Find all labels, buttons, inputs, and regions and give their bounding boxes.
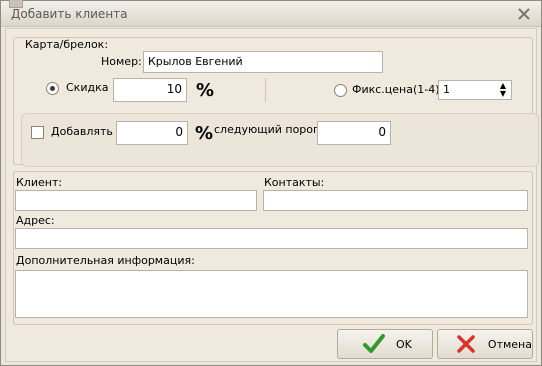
card-group-legend: Карта/брелок: xyxy=(23,38,111,51)
extra-info-field[interactable] xyxy=(15,270,528,318)
contacts-label: Контакты: xyxy=(264,176,325,189)
stepper-arrows-icon[interactable]: ▲ ▼ xyxy=(497,82,509,98)
fixed-price-stepper[interactable]: 1 ▲ ▼ xyxy=(438,80,512,100)
discount-percent-sign: % xyxy=(196,80,215,101)
discount-radio[interactable] xyxy=(46,82,59,95)
threshold-label: следующий порог xyxy=(214,123,319,136)
discount-label: Скидка xyxy=(66,81,109,94)
card-group: Карта/брелок: Номер: Крылов Евгений Скид… xyxy=(13,37,539,167)
close-button[interactable] xyxy=(515,5,533,23)
fixed-price-value: 1 xyxy=(443,83,450,96)
ok-button[interactable]: OK xyxy=(337,329,433,359)
client-label: Клиент: xyxy=(16,176,63,189)
number-label: Номер: xyxy=(101,55,142,68)
number-field[interactable]: Крылов Евгений xyxy=(143,51,383,73)
accumulate-panel: Добавлять 0 % следующий порог 0 xyxy=(21,113,539,167)
address-field[interactable] xyxy=(15,228,528,249)
ok-label: OK xyxy=(396,337,412,351)
cancel-label: Отмена xyxy=(487,337,532,351)
dialog-body: Карта/брелок: Номер: Крылов Евгений Скид… xyxy=(5,28,539,362)
address-label: Адрес: xyxy=(16,214,55,227)
client-group: Клиент: Контакты: Адрес: Дополнительная … xyxy=(13,171,533,325)
discount-field[interactable]: 10 xyxy=(113,78,187,102)
x-icon xyxy=(454,333,478,355)
contacts-field[interactable] xyxy=(263,190,528,211)
client-field[interactable] xyxy=(15,190,257,211)
fixed-price-radio[interactable] xyxy=(334,84,347,97)
title-bar[interactable]: Добавить клиента xyxy=(1,0,541,27)
extra-info-label: Дополнительная информация: xyxy=(16,254,195,267)
separator xyxy=(265,78,266,102)
cancel-button[interactable]: Отмена xyxy=(437,329,533,359)
accumulate-checkbox[interactable] xyxy=(31,126,44,139)
window-title: Добавить клиента xyxy=(11,7,128,21)
fixed-price-label: Фикс.цена(1-4): xyxy=(352,83,444,96)
accumulate-label: Добавлять xyxy=(51,125,113,138)
close-icon xyxy=(518,8,530,20)
threshold-field[interactable]: 0 xyxy=(317,121,391,145)
dialog-window: Добавить клиента Карта/брелок: Номер: Кр… xyxy=(0,0,542,366)
accumulate-percent-sign: % xyxy=(195,123,214,144)
accumulate-field[interactable]: 0 xyxy=(116,121,188,145)
check-icon xyxy=(362,333,386,355)
